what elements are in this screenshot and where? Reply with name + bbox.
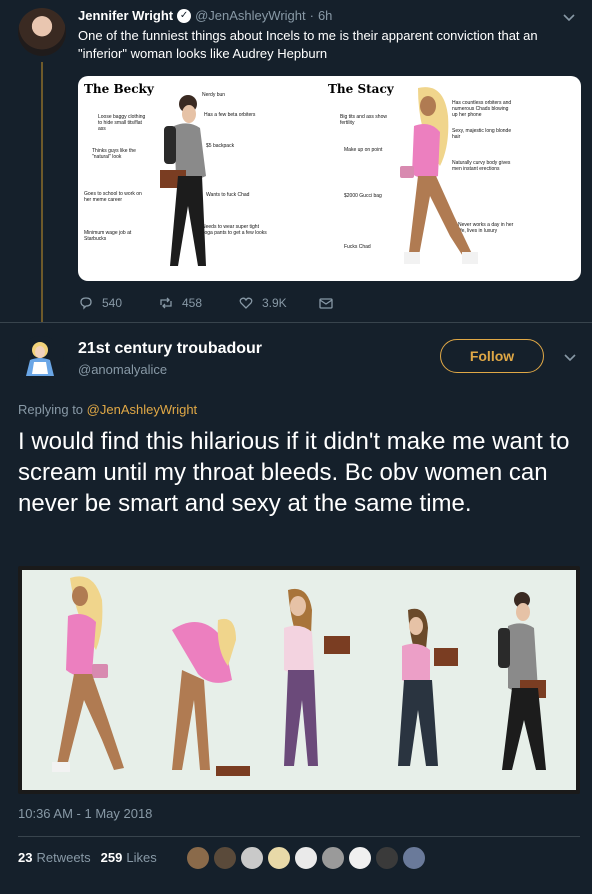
replying-to-line: Replying to @JenAshleyWright [18, 402, 197, 417]
parent-tweet-actions: 540 458 3.9K [78, 295, 398, 311]
liker-avatar[interactable] [213, 846, 237, 870]
parent-tweet-text: One of the funniest things about Incels … [78, 28, 538, 61]
liker-avatar[interactable] [348, 846, 372, 870]
author-handle[interactable]: @anomalyalice [78, 362, 167, 377]
reply-action[interactable]: 540 [78, 295, 158, 311]
liker-avatar[interactable] [294, 846, 318, 870]
tweet-timestamp[interactable]: 10:36 AM - 1 May 2018 [18, 806, 152, 821]
replying-to-prefix: Replying to [18, 402, 84, 417]
parent-author-handle[interactable]: @JenAshleyWright [195, 8, 306, 23]
tweet-stats: 23 Retweets 259 Likes [18, 850, 167, 865]
chevron-down-icon[interactable] [562, 10, 576, 24]
time-separator: · [309, 8, 314, 23]
liker-avatar[interactable] [186, 846, 210, 870]
liker-avatar[interactable] [240, 846, 264, 870]
divider [0, 322, 592, 323]
parent-tweet-time[interactable]: 6h [318, 8, 332, 23]
liker-avatar[interactable] [402, 846, 426, 870]
like-action[interactable]: 3.9K [238, 295, 318, 311]
divider [18, 836, 580, 837]
chevron-down-icon[interactable] [563, 350, 577, 364]
like-total[interactable]: 259 [101, 850, 123, 865]
liker-avatars[interactable] [186, 846, 426, 870]
tweet-text: I would find this hilarious if it didn't… [18, 428, 570, 517]
retweet-icon [160, 297, 172, 309]
parent-tweet[interactable]: Jennifer Wright ✓ @JenAshleyWright · 6h … [0, 0, 592, 322]
envelope-icon [319, 298, 333, 309]
heart-icon [239, 297, 253, 309]
jennifer-avatar[interactable] [18, 8, 66, 56]
meme-illustration [160, 87, 478, 266]
reply-icon [80, 297, 92, 310]
liker-avatar[interactable] [375, 846, 399, 870]
author-name[interactable]: 21st century troubadour [78, 340, 262, 358]
becky-stacy-meme-image[interactable]: The Becky The Stacy Nerdy bun Loose bagg… [78, 76, 581, 281]
photo-illustration [52, 576, 546, 776]
likes-label[interactable]: Likes [126, 850, 156, 865]
verified-badge-icon: ✓ [177, 8, 192, 23]
anomalyalice-avatar[interactable] [18, 336, 64, 382]
liker-avatar[interactable] [267, 846, 291, 870]
reply-count: 540 [102, 296, 123, 310]
replying-to-handle[interactable]: @JenAshleyWright [87, 402, 198, 417]
parent-tweet-header: Jennifer Wright ✓ @JenAshleyWright · 6h [78, 8, 332, 23]
retweet-action[interactable]: 458 [158, 295, 238, 311]
avatar-illustration [26, 342, 54, 376]
photo-background [22, 570, 576, 790]
tweet-photo[interactable] [18, 566, 580, 794]
retweet-count: 458 [182, 296, 203, 310]
parent-author-name[interactable]: Jennifer Wright [78, 8, 173, 23]
liker-avatar[interactable] [321, 846, 345, 870]
retweets-label[interactable]: Retweets [36, 850, 90, 865]
follow-button[interactable]: Follow [440, 339, 544, 373]
thread-line [41, 62, 43, 322]
like-count: 3.9K [262, 296, 287, 310]
message-action[interactable] [318, 295, 398, 311]
retweet-total[interactable]: 23 [18, 850, 32, 865]
